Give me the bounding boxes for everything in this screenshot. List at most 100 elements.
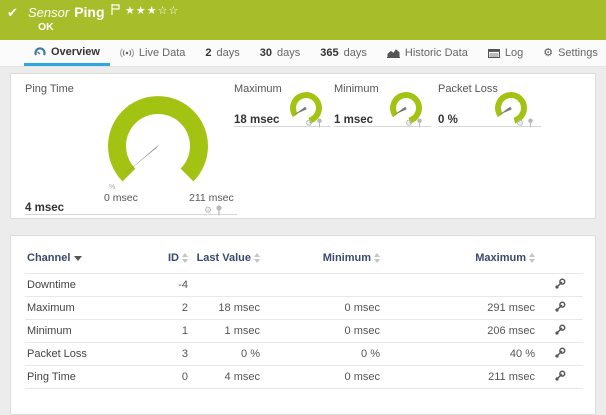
overview-gauge-icon: [34, 46, 46, 57]
channel-minimum: 0 msec: [262, 366, 382, 389]
gauge-pin-icon[interactable]: [416, 118, 423, 128]
priority-stars[interactable]: ★★★☆☆: [125, 4, 179, 17]
tab-historic-data-label: Historic Data: [405, 47, 468, 59]
sort-icon: [182, 253, 188, 263]
tab-settings[interactable]: ⚙ Settings: [533, 40, 606, 66]
table-row-ping-time: Ping Time 0 4 msec 0 msec 211 msec: [25, 366, 583, 389]
table-row-maximum: Maximum 2 18 msec 0 msec 291 msec: [25, 297, 583, 320]
channel-name[interactable]: Ping Time: [25, 366, 140, 389]
channel-id: -4: [140, 274, 190, 297]
sensor-type-label: Sensor: [28, 5, 69, 20]
tab-log-label: Log: [505, 47, 523, 59]
channel-last-value: 0 %: [190, 343, 262, 366]
channel-name[interactable]: Minimum: [25, 320, 140, 343]
channel-maximum: 206 msec: [382, 320, 537, 343]
maximum-gauge-actions: ⚙: [305, 118, 323, 128]
column-header-actions: [537, 248, 583, 274]
sensor-name[interactable]: Ping: [74, 4, 104, 20]
tab-365-days[interactable]: 365 days: [310, 40, 377, 66]
table-header-row: Channel ID Last Value Minimum Maximum: [25, 248, 583, 274]
column-header-id[interactable]: ID: [140, 248, 190, 274]
tab-bar: Overview Live Data 2 days 30 days 365 da…: [0, 40, 606, 67]
channel-id: 2: [140, 297, 190, 320]
channel-minimum: 0 %: [262, 343, 382, 366]
channel-minimum: [262, 274, 382, 297]
gauge-pin-icon[interactable]: [527, 118, 534, 128]
main-gauge-actions: ⚙: [204, 205, 223, 216]
sensor-status-header: ✔ Sensor Ping ★★★☆☆ OK: [0, 0, 606, 40]
main-gauge-label: Ping Time: [25, 83, 74, 95]
column-header-minimum[interactable]: Minimum: [262, 248, 382, 274]
channel-settings-icon[interactable]: [537, 274, 583, 297]
channel-minimum: 0 msec: [262, 320, 382, 343]
gauge-settings-gear-icon[interactable]: ⚙: [305, 119, 313, 128]
mini-gauge-minimum-label: Minimum: [334, 83, 379, 95]
channel-name[interactable]: Packet Loss: [25, 343, 140, 366]
channel-maximum: 211 msec: [382, 366, 537, 389]
tab-overview-label: Overview: [51, 46, 100, 58]
minimum-gauge-actions: ⚙: [405, 118, 423, 128]
tab-overview[interactable]: Overview: [24, 40, 110, 66]
flag-icon[interactable]: [109, 7, 121, 18]
tab-settings-label: Settings: [558, 47, 598, 59]
channel-maximum: [382, 274, 537, 297]
channel-last-value: 4 msec: [190, 366, 262, 389]
channel-maximum: 291 msec: [382, 297, 537, 320]
channel-name[interactable]: Maximum: [25, 297, 140, 320]
tab-live-data[interactable]: Live Data: [110, 40, 195, 66]
table-row-downtime: Downtime -4: [25, 274, 583, 297]
channel-settings-icon[interactable]: [537, 343, 583, 366]
gauge-pin-icon[interactable]: [215, 205, 223, 216]
channel-name[interactable]: Downtime: [25, 274, 140, 297]
mini-gauge-maximum-label: Maximum: [234, 83, 282, 95]
tab-2-days-word: days: [217, 47, 240, 59]
status-ok-check-icon: ✔: [7, 5, 18, 21]
live-data-icon: [120, 48, 134, 58]
column-header-channel[interactable]: Channel: [25, 248, 140, 274]
gauge-settings-gear-icon[interactable]: ⚙: [204, 206, 212, 215]
gauge-settings-gear-icon[interactable]: ⚙: [405, 119, 413, 128]
gauge-scale-icon: %: [109, 184, 115, 191]
channels-panel: Channel ID Last Value Minimum Maximum Do…: [10, 235, 596, 415]
tab-365-days-number: 365: [320, 47, 338, 59]
historic-data-chart-icon: [387, 48, 400, 58]
gauge-pin-icon[interactable]: [316, 118, 323, 128]
tab-2-days-number: 2: [205, 47, 211, 59]
packet-loss-gauge-actions: ⚙: [516, 118, 534, 128]
channel-settings-icon[interactable]: [537, 320, 583, 343]
sort-icon: [529, 253, 535, 263]
sort-desc-icon: [74, 256, 82, 261]
tab-30-days-number: 30: [260, 47, 272, 59]
tab-live-data-label: Live Data: [139, 47, 185, 59]
log-list-icon: [488, 49, 500, 58]
channel-id: 3: [140, 343, 190, 366]
channel-last-value: [190, 274, 262, 297]
settings-gear-icon: ⚙: [543, 48, 553, 59]
table-row-minimum: Minimum 1 1 msec 0 msec 206 msec: [25, 320, 583, 343]
column-header-maximum[interactable]: Maximum: [382, 248, 537, 274]
gauge-settings-gear-icon[interactable]: ⚙: [516, 119, 524, 128]
channels-table: Channel ID Last Value Minimum Maximum Do…: [25, 248, 583, 389]
channel-id: 0: [140, 366, 190, 389]
sensor-title: Sensor Ping: [28, 4, 120, 20]
gauges-panel: Ping Time % 0 msec 211 msec 4 msec ⚙ Max…: [10, 73, 596, 219]
tab-log[interactable]: Log: [478, 40, 533, 66]
channel-settings-icon[interactable]: [537, 297, 583, 320]
tab-historic-data[interactable]: Historic Data: [377, 40, 478, 66]
channel-maximum: 40 %: [382, 343, 537, 366]
channel-id: 1: [140, 320, 190, 343]
tab-30-days[interactable]: 30 days: [250, 40, 311, 66]
sort-icon: [374, 253, 380, 263]
sort-icon: [254, 253, 260, 263]
tab-30-days-word: days: [277, 47, 300, 59]
channel-last-value: 1 msec: [190, 320, 262, 343]
mini-gauge-packet-loss-label: Packet Loss: [438, 83, 498, 95]
column-header-last-value[interactable]: Last Value: [190, 248, 262, 274]
channel-minimum: 0 msec: [262, 297, 382, 320]
table-row-packet-loss: Packet Loss 3 0 % 0 % 40 %: [25, 343, 583, 366]
channel-settings-icon[interactable]: [537, 366, 583, 389]
channel-last-value: 18 msec: [190, 297, 262, 320]
tab-2-days[interactable]: 2 days: [195, 40, 249, 66]
tab-365-days-word: days: [344, 47, 367, 59]
status-text: OK: [38, 21, 54, 33]
